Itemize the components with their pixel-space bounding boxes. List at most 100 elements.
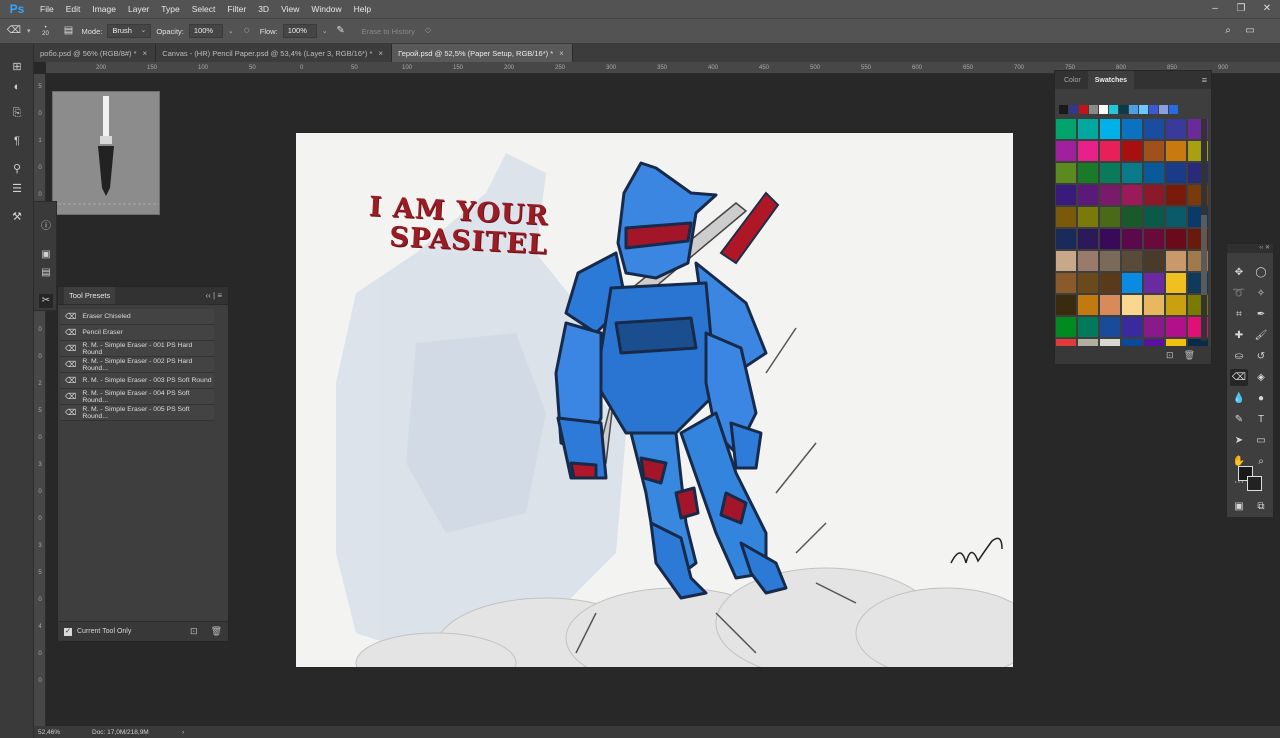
preset-item[interactable]: ⌫ Pencil Eraser xyxy=(60,325,214,341)
swatch[interactable] xyxy=(1144,273,1164,293)
menu-select[interactable]: Select xyxy=(186,4,222,14)
swatch[interactable] xyxy=(1122,141,1142,161)
preset-item[interactable]: ⌫ Eraser Chiseled xyxy=(60,309,214,325)
paint-bucket-icon[interactable]: ◈ xyxy=(1252,369,1270,386)
swatch[interactable] xyxy=(1100,141,1120,161)
brush-tool-icon[interactable]: 🖌 xyxy=(1252,327,1270,344)
swatch[interactable] xyxy=(1144,119,1164,139)
swatch[interactable] xyxy=(1122,229,1142,249)
preset-item[interactable]: ⌫ R. M. - Simple Eraser - 002 PS Hard Rou… xyxy=(60,357,214,373)
recent-swatch[interactable] xyxy=(1139,105,1148,114)
restore-button[interactable]: ❐ xyxy=(1228,0,1254,18)
swatch[interactable] xyxy=(1078,273,1098,293)
swatch[interactable] xyxy=(1166,273,1186,293)
eyedropper-icon[interactable]: ✒ xyxy=(1252,306,1270,323)
clone-source-icon[interactable]: ⎘ xyxy=(8,104,26,122)
info-icon[interactable]: ⓘ xyxy=(39,220,53,234)
swatch[interactable] xyxy=(1144,207,1164,227)
close-button[interactable]: ✕ xyxy=(1254,0,1280,18)
delete-icon[interactable]: 🗑 xyxy=(1184,350,1195,361)
swatch[interactable] xyxy=(1100,163,1120,183)
recent-swatch[interactable] xyxy=(1079,105,1088,114)
tool-presets-icon[interactable]: ⚒ xyxy=(8,208,26,226)
swatch[interactable] xyxy=(1056,163,1076,183)
lasso-tool-icon[interactable]: ➰ xyxy=(1230,285,1248,302)
mode-select[interactable]: Brush ⌄ xyxy=(107,24,152,38)
swatch[interactable] xyxy=(1100,317,1120,337)
recent-swatch[interactable] xyxy=(1069,105,1078,114)
magic-wand-icon[interactable]: ✧ xyxy=(1252,285,1270,302)
clone-stamp-icon[interactable]: ⛀ xyxy=(1230,348,1248,365)
swatch[interactable] xyxy=(1056,207,1076,227)
swatch[interactable] xyxy=(1078,185,1098,205)
swatch[interactable] xyxy=(1166,317,1186,337)
preset-item[interactable]: ⌫ R. M. - Simple Eraser - 001 PS Hard Rou… xyxy=(60,341,214,357)
minimize-button[interactable]: – xyxy=(1202,0,1228,18)
healing-brush-icon[interactable]: ✚ xyxy=(1230,327,1248,344)
history-icon[interactable]: ▣ xyxy=(39,248,53,262)
brush-icon[interactable]: ◐ xyxy=(8,78,26,96)
swatch[interactable] xyxy=(1056,185,1076,205)
swatch[interactable] xyxy=(1166,141,1186,161)
recent-swatch[interactable] xyxy=(1159,105,1168,114)
rectangle-tool-icon[interactable]: ▭ xyxy=(1252,432,1270,449)
swatch[interactable] xyxy=(1144,295,1164,315)
crop-tool-icon[interactable]: ⌗ xyxy=(1230,306,1248,323)
swatch[interactable] xyxy=(1100,185,1120,205)
flow-dropdown-icon[interactable]: ⌄ xyxy=(322,27,328,35)
quick-mask-icon[interactable]: ▣ xyxy=(1230,498,1248,515)
notes-icon[interactable]: ▤ xyxy=(39,266,53,280)
search-icon[interactable]: ⌕ xyxy=(1220,23,1236,39)
swatch[interactable] xyxy=(1144,185,1164,205)
swatch[interactable] xyxy=(1122,273,1142,293)
swatch[interactable] xyxy=(1078,229,1098,249)
menu-filter[interactable]: Filter xyxy=(221,4,252,14)
panel-menu-icon[interactable]: ≡ xyxy=(1202,71,1211,89)
swatch[interactable] xyxy=(1166,163,1186,183)
menu-file[interactable]: File xyxy=(34,4,60,14)
recent-swatch[interactable] xyxy=(1109,105,1118,114)
swatch[interactable] xyxy=(1100,119,1120,139)
recent-swatch[interactable] xyxy=(1059,105,1068,114)
swatch[interactable] xyxy=(1056,295,1076,315)
swatch[interactable] xyxy=(1166,119,1186,139)
swatch[interactable] xyxy=(1100,295,1120,315)
move-tool-icon[interactable]: ✥ xyxy=(1230,264,1248,281)
recent-swatch[interactable] xyxy=(1149,105,1158,114)
swatch[interactable] xyxy=(1166,229,1186,249)
document-canvas[interactable]: I AM YOUR SPASITEL xyxy=(296,133,1013,667)
preset-item[interactable]: ⌫ R. M. - Simple Eraser - 005 PS Soft Rou… xyxy=(60,405,214,421)
swatch[interactable] xyxy=(1144,141,1164,161)
tab-geroi[interactable]: Герой.psd @ 52,5% (Paper Setup, RGB/16*)… xyxy=(392,44,573,62)
swatch[interactable] xyxy=(1056,119,1076,139)
swatch[interactable] xyxy=(1078,295,1098,315)
swatches-scrollbar[interactable] xyxy=(1201,119,1207,341)
dodge-tool-icon[interactable]: ● xyxy=(1252,390,1270,407)
menu-layer[interactable]: Layer xyxy=(122,4,155,14)
new-swatch-icon[interactable]: ⊡ xyxy=(1166,350,1174,361)
swatch[interactable] xyxy=(1166,207,1186,227)
swatch[interactable] xyxy=(1078,141,1098,161)
adjustments-icon[interactable]: ⚲ xyxy=(8,160,26,178)
recent-swatch[interactable] xyxy=(1089,105,1098,114)
swatch[interactable] xyxy=(1056,273,1076,293)
screen-mode-icon[interactable]: ⧉ xyxy=(1252,498,1270,515)
eraser-tool-icon[interactable]: ⌫ xyxy=(6,23,22,39)
properties-icon[interactable]: ☰ xyxy=(8,180,26,198)
close-icon[interactable]: × xyxy=(378,49,383,58)
close-icon[interactable]: × xyxy=(143,49,148,58)
path-select-icon[interactable]: ➤ xyxy=(1230,432,1248,449)
swatch[interactable] xyxy=(1144,163,1164,183)
swatch[interactable] xyxy=(1056,251,1076,271)
tab-swatches[interactable]: Swatches xyxy=(1087,71,1135,89)
current-tool-only-checkbox[interactable]: ✓ xyxy=(64,627,72,636)
recent-swatch[interactable] xyxy=(1119,105,1128,114)
tab-color[interactable]: Color xyxy=(1057,71,1088,89)
pressure-opacity-icon[interactable]: ◌ xyxy=(239,23,255,39)
swatch[interactable] xyxy=(1122,251,1142,271)
menu-view[interactable]: View xyxy=(275,4,305,14)
brush-settings-icon[interactable]: ▤ xyxy=(61,23,77,39)
recent-swatch[interactable] xyxy=(1129,105,1138,114)
blur-tool-icon[interactable]: 💧 xyxy=(1230,390,1248,407)
swatch[interactable] xyxy=(1166,185,1186,205)
